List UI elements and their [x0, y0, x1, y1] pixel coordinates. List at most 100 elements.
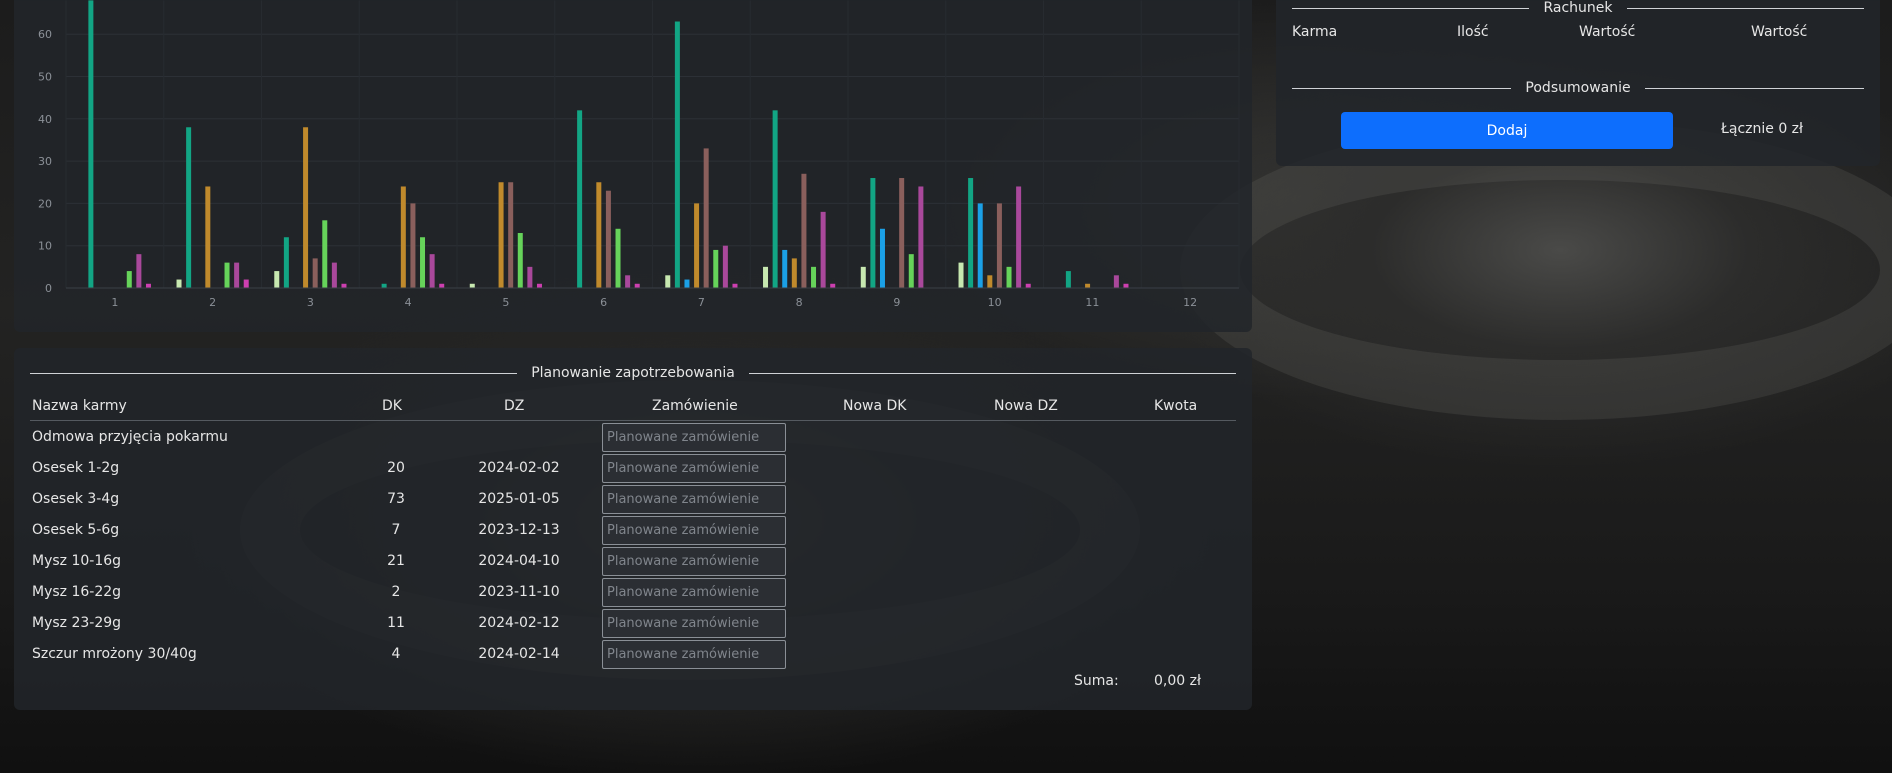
dz-value: 2023-11-10: [478, 584, 560, 600]
chart-bar: [968, 178, 974, 288]
header-new-dk: Nowa DK: [843, 398, 907, 414]
x-tick-label: 4: [405, 296, 412, 309]
y-tick-label: 60: [38, 28, 52, 41]
chart-bar: [987, 275, 993, 288]
table-row: Szczur mrożony 30/40g 4 2024-02-14: [14, 639, 1252, 670]
table-row: Mysz 23-29g 11 2024-02-12: [14, 608, 1252, 639]
chart-panel: 0 10 20 30 40 50 60 1 2 3 4 5 6 7 8 9 10 11 12: [14, 0, 1252, 332]
chart-bar: [899, 178, 905, 288]
chart-bar: [958, 262, 964, 288]
chart-bar: [732, 283, 738, 288]
table-row: Mysz 16-22g 2 2023-11-10: [14, 577, 1252, 608]
chart-bar: [88, 0, 94, 289]
x-tick-label: 8: [796, 296, 803, 309]
x-tick-label: 6: [600, 296, 607, 309]
y-tick-label: 10: [38, 240, 52, 253]
chart-bar: [176, 279, 182, 288]
chart-bar: [703, 148, 709, 288]
order-input[interactable]: [602, 516, 786, 545]
chart-bar: [694, 203, 700, 288]
chart-bar: [870, 178, 876, 288]
chart-bar: [536, 283, 542, 288]
dz-value: 2024-04-10: [478, 553, 560, 569]
chart-bar: [801, 173, 807, 288]
food-name: Osesek 1-2g: [32, 460, 120, 476]
x-tick-label: 9: [893, 296, 900, 309]
bill-section-title: Rachunek: [1292, 0, 1865, 16]
chart-bar: [830, 283, 836, 288]
chart-bar: [136, 254, 142, 288]
chart-bar: [615, 228, 621, 288]
planning-title: Planowanie zapotrzebowania: [531, 365, 735, 381]
table-row: Osesek 5-6g 7 2023-12-13: [14, 515, 1252, 546]
dz-value: 2024-02-14: [478, 646, 560, 662]
y-tick-label: 30: [38, 155, 52, 168]
chart-bar: [331, 262, 337, 288]
header-dk: DK: [382, 398, 402, 414]
dk-value: 73: [387, 491, 405, 507]
header-dz: DZ: [504, 398, 525, 414]
header-order: Zamówienie: [652, 398, 738, 414]
chart-bar: [469, 283, 475, 288]
y-tick-label: 0: [45, 282, 52, 295]
sum-value: 0,00 zł: [1154, 673, 1201, 689]
chart-bar: [283, 237, 289, 288]
chart-bar: [527, 266, 533, 288]
dk-value: 4: [391, 646, 401, 662]
chart-bar: [410, 203, 416, 288]
bill-header-wartosc-total: Wartość: [1751, 24, 1808, 40]
summary-title: Podsumowanie: [1525, 80, 1631, 96]
bill-header-ilosc: Ilość: [1457, 24, 1489, 40]
chart-bar: [126, 271, 132, 288]
chart-bar: [498, 182, 504, 288]
chart-bar: [713, 249, 719, 288]
chart-bar: [763, 266, 769, 288]
food-name: Odmowa przyjęcia pokarmu: [32, 429, 228, 445]
food-name: Mysz 16-22g: [32, 584, 122, 600]
x-tick-label: 12: [1183, 296, 1197, 309]
chart-bar: [577, 110, 583, 288]
order-input[interactable]: [602, 485, 786, 514]
order-input[interactable]: [602, 578, 786, 607]
order-input[interactable]: [602, 423, 786, 452]
dk-value: 20: [387, 460, 405, 476]
chart-bar: [439, 283, 445, 288]
chart-bar: [1113, 275, 1119, 288]
bill-title: Rachunek: [1543, 0, 1613, 16]
y-tick-label: 50: [38, 71, 52, 84]
order-input[interactable]: [602, 547, 786, 576]
add-button[interactable]: Dodaj: [1341, 112, 1673, 149]
x-tick-label: 5: [502, 296, 509, 309]
chart-bar: [1123, 283, 1129, 288]
planning-panel: Planowanie zapotrzebowania Nazwa karmy D…: [14, 348, 1252, 710]
x-tick-label: 7: [698, 296, 705, 309]
food-name: Mysz 23-29g: [32, 615, 122, 631]
dz-value: 2023-12-13: [478, 522, 560, 538]
chart-bar: [684, 279, 690, 288]
order-input[interactable]: [602, 454, 786, 483]
dk-value: 21: [387, 553, 405, 569]
dk-value: 2: [391, 584, 401, 600]
chart-bar: [517, 233, 523, 288]
chart-bar: [811, 266, 817, 288]
chart-bar: [605, 190, 611, 288]
bill-total: Łącznie 0 zł: [1721, 121, 1804, 137]
chart-bar: [722, 245, 728, 288]
chart-bar: [625, 275, 631, 288]
header-amount: Kwota: [1154, 398, 1198, 414]
order-input[interactable]: [602, 640, 786, 669]
chart-bar: [674, 21, 680, 288]
chart-bar: [782, 249, 788, 288]
y-tick-label: 20: [38, 197, 52, 210]
chart-bar: [508, 182, 514, 288]
table-row: Odmowa przyjęcia pokarmu: [14, 422, 1252, 453]
chart-bar: [1085, 283, 1091, 288]
chart-bar: [996, 203, 1002, 288]
chart-bar: [634, 283, 640, 288]
x-tick-label: 10: [988, 296, 1002, 309]
order-input[interactable]: [602, 609, 786, 638]
chart-bar: [145, 283, 151, 288]
chart-bar: [1006, 266, 1012, 288]
chart-bar: [224, 262, 230, 288]
chart-bar: [908, 254, 914, 288]
